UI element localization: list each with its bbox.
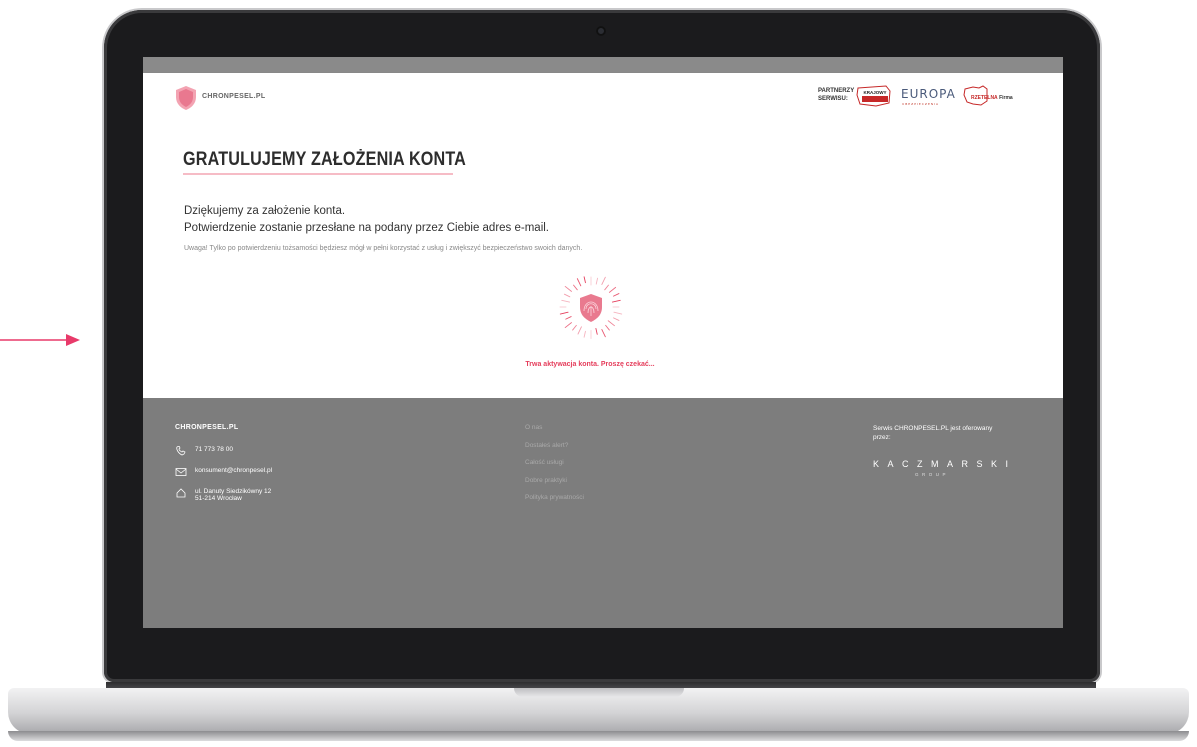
partners-label-line2: SERWISU: bbox=[818, 96, 848, 102]
footer-phone[interactable]: 71 773 78 00 bbox=[175, 446, 233, 456]
partners-label-line1: PARTNERZY bbox=[818, 88, 855, 94]
spinner-tick bbox=[583, 276, 586, 284]
mail-icon bbox=[175, 468, 187, 476]
spinner-tick bbox=[561, 299, 570, 303]
partner2-sub: UBEZPIECZENIA bbox=[902, 102, 940, 106]
footer-email[interactable]: konsument@chronpesel.pl bbox=[175, 467, 272, 477]
spinner-tick bbox=[613, 311, 623, 315]
kaczmarski-logo[interactable]: KACZMARSKI bbox=[873, 459, 1017, 469]
logo-text[interactable]: CHRONPESEL.PL bbox=[202, 93, 265, 100]
spinner-tick bbox=[605, 324, 610, 331]
spinner-tick bbox=[612, 299, 621, 303]
phone-icon bbox=[176, 446, 186, 456]
spinner-tick bbox=[607, 320, 615, 327]
spinner-tick bbox=[595, 328, 598, 335]
footer-link-service[interactable]: Całość usługi bbox=[525, 459, 584, 466]
partner1-name: KRAJOWY bbox=[863, 90, 886, 95]
partners-label: PARTNERZY SERWISU: bbox=[818, 87, 854, 103]
footer-phone-text: 71 773 78 00 bbox=[195, 446, 233, 453]
footer-brand: CHRONPESEL.PL bbox=[175, 424, 239, 431]
partner3-red: RZETELNA bbox=[971, 95, 998, 101]
spinner-tick bbox=[573, 284, 578, 291]
site-header: CHRONPESEL.PL PARTNERZY SERWISU: KRAJOWY… bbox=[143, 73, 1063, 131]
spinner-tick bbox=[572, 324, 577, 331]
spinner-tick bbox=[564, 322, 572, 329]
spinner-tick bbox=[601, 329, 606, 338]
partner-europa-logo[interactable]: EUROPA UBEZPIECZENIA bbox=[901, 87, 956, 106]
shield-logo-icon[interactable] bbox=[175, 85, 197, 111]
footer-link-about[interactable]: O nas bbox=[525, 424, 584, 431]
site-footer: CHRONPESEL.PL 71 773 78 00 konsument@chr… bbox=[143, 398, 1063, 628]
footer-link-alert[interactable]: Dostałeś alert? bbox=[525, 442, 584, 449]
laptop-screen: CHRONPESEL.PL PARTNERZY SERWISU: KRAJOWY… bbox=[143, 57, 1063, 628]
page-title: GRATULUJEMY ZAŁOŻENIA KONTA bbox=[183, 149, 467, 170]
partner2-name: EUROPA bbox=[901, 87, 956, 101]
spinner-tick bbox=[583, 330, 586, 338]
title-underline bbox=[183, 173, 453, 175]
laptop-notch bbox=[514, 688, 684, 697]
footer-link-privacy[interactable]: Polityka prywatności bbox=[525, 494, 584, 501]
spinner-tick bbox=[601, 276, 606, 285]
activation-status: Trwa aktywacja konta. Proszę czekać... bbox=[525, 361, 655, 368]
spinner-tick bbox=[613, 317, 620, 321]
spinner-tick bbox=[576, 278, 582, 287]
spinner-tick bbox=[564, 285, 572, 292]
footer-link-practices[interactable]: Dobre praktyki bbox=[525, 477, 584, 484]
spinner-tick bbox=[559, 311, 569, 315]
laptop-base-lip bbox=[8, 731, 1189, 741]
spinner-tick bbox=[613, 293, 620, 297]
spinner-tick bbox=[563, 293, 571, 298]
spinner-tick bbox=[577, 326, 582, 335]
spinner-tick bbox=[604, 284, 609, 291]
kaczmarski-group-text: GROUP bbox=[915, 472, 950, 477]
address-line1: ul. Danuty Siedzikówny 12 bbox=[195, 488, 272, 495]
spinner-tick bbox=[565, 316, 572, 320]
camera-icon bbox=[596, 26, 606, 36]
browser-top-strip bbox=[143, 57, 1063, 73]
spinner-tick bbox=[595, 277, 599, 285]
partner-krajowy-logo[interactable]: KRAJOWY bbox=[856, 85, 892, 107]
address-line2: 51-214 Wrocław bbox=[195, 495, 242, 502]
footer-email-text: konsument@chronpesel.pl bbox=[195, 467, 273, 474]
home-icon bbox=[176, 488, 186, 498]
thanks-text: Dziękujemy za założenie konta. bbox=[184, 205, 346, 217]
confirmation-text: Potwierdzenie zostanie przesłane na poda… bbox=[184, 222, 550, 234]
loading-spinner-icon bbox=[559, 276, 623, 339]
main-content: GRATULUJEMY ZAŁOŻENIA KONTA Dziękujemy z… bbox=[143, 131, 1063, 398]
footer-links: O nas Dostałeś alert? Całość usługi Dobr… bbox=[525, 424, 584, 512]
partner3-text: RZETELNA Firma bbox=[971, 95, 1013, 101]
footer-address: ul. Danuty Siedzikówny 12 51-214 Wrocław bbox=[175, 488, 271, 502]
spinner-tick bbox=[608, 286, 617, 293]
pointer-arrow bbox=[0, 334, 80, 346]
offer-text: Serwis CHRONPESEL.PL jest oferowany prze… bbox=[873, 425, 993, 441]
warning-note: Uwaga! Tylko po potwierdzeniu tożsamości… bbox=[184, 245, 583, 252]
partner3-dark: Firma bbox=[999, 95, 1013, 101]
